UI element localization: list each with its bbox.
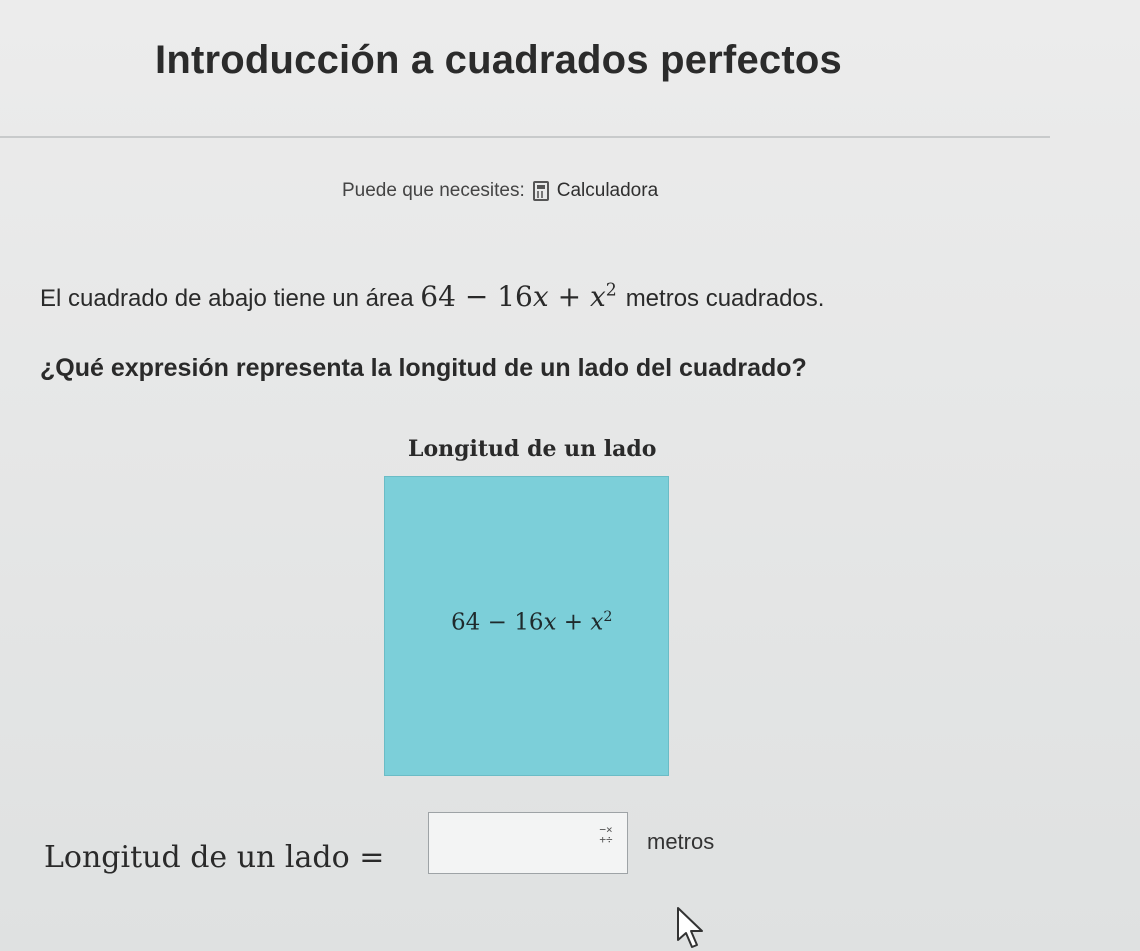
answer-equals: = [359, 840, 385, 875]
label-var: x [543, 609, 557, 636]
label-plus: + [563, 609, 584, 636]
label-var2: x [590, 609, 604, 636]
answer-box[interactable]: −× +÷ [428, 812, 628, 874]
statement-after: metros cuadrados. [625, 285, 825, 312]
square-area-label: 64 − 16x + x2 [451, 609, 612, 636]
square-figure: 64 − 16x + x2 [384, 476, 669, 776]
label-const: 64 [451, 609, 481, 636]
area-var: x [532, 280, 549, 313]
area-minus: − [464, 280, 489, 313]
statement-before: El cuadrado de abajo tiene un área [40, 285, 414, 312]
label-coef: 16 [514, 609, 544, 636]
answer-input[interactable] [435, 821, 589, 867]
calculator-link[interactable]: Calculadora [557, 180, 658, 202]
problem-statement: El cuadrado de abajo tiene un área 64 − … [40, 280, 824, 313]
page: Introducción a cuadrados perfectos Puede… [0, 0, 1140, 951]
label-minus: − [487, 609, 507, 636]
math-keypad-icon[interactable]: −× +÷ [595, 824, 617, 847]
page-title: Introducción a cuadrados perfectos [155, 38, 842, 82]
area-expression: 64 − 16x + x2 [420, 280, 625, 313]
answer-label: Longitud de un lado = [44, 840, 384, 875]
tools-prefix: Puede que necesites: [342, 180, 525, 201]
area-exp: 2 [605, 280, 617, 301]
area-coef: 16 [497, 280, 533, 313]
label-exp: 2 [603, 609, 613, 625]
calculator-icon[interactable] [532, 181, 549, 201]
answer-units: metros [647, 829, 715, 854]
tools-bar: Puede que necesites: Calculadora [342, 180, 658, 202]
figure-caption: Longitud de un lado [408, 436, 657, 462]
answer-label-text: Longitud de un lado [44, 840, 350, 875]
mouse-cursor-icon [677, 907, 703, 948]
area-plus: + [557, 280, 582, 313]
title-divider [0, 136, 1050, 138]
question-text: ¿Qué expresión representa la longitud de… [40, 354, 807, 382]
area-const: 64 [420, 280, 456, 313]
area-var2: x [589, 280, 606, 313]
